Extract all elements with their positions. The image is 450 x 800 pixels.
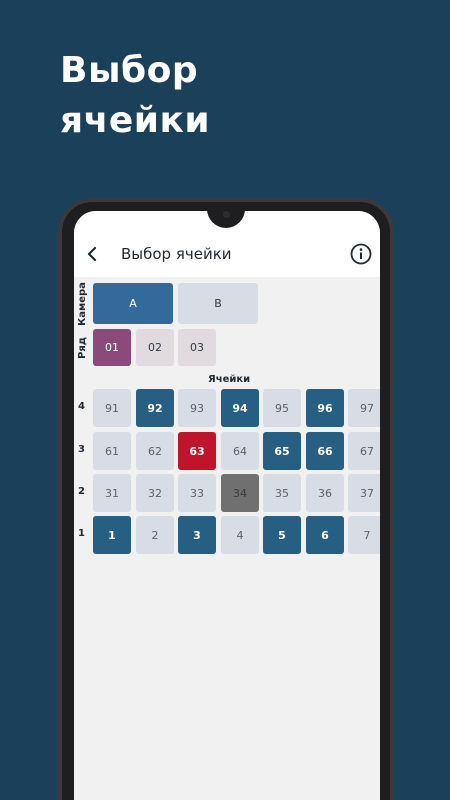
cell-97[interactable]: 97 xyxy=(348,389,380,427)
camera-option-a[interactable]: A xyxy=(93,283,173,324)
cell-95[interactable]: 95 xyxy=(263,389,301,427)
cell-64[interactable]: 64 xyxy=(221,432,259,470)
cell-36[interactable]: 36 xyxy=(306,474,344,512)
cell-4[interactable]: 4 xyxy=(221,516,259,554)
cell-61[interactable]: 61 xyxy=(93,432,131,470)
cell-96[interactable]: 96 xyxy=(306,389,344,427)
camera-label: Камера xyxy=(77,282,88,326)
row-option-02[interactable]: 02 xyxy=(136,329,174,366)
cell-row-label: 4 xyxy=(78,401,85,412)
cell-33[interactable]: 33 xyxy=(178,474,216,512)
row-option-01[interactable]: 01 xyxy=(93,329,131,366)
camera-option-b-label: B xyxy=(214,297,222,310)
cell-1[interactable]: 1 xyxy=(93,516,131,554)
chevron-left-icon[interactable] xyxy=(86,246,100,262)
cell-92[interactable]: 92 xyxy=(136,389,174,427)
promo-headline-line1: Выбор xyxy=(60,50,199,91)
cell-row-label: 3 xyxy=(78,444,85,455)
cell-91[interactable]: 91 xyxy=(93,389,131,427)
cell-37[interactable]: 37 xyxy=(348,474,380,512)
row-option-02-label: 02 xyxy=(148,341,162,354)
row-selector-label: Ряд xyxy=(77,337,88,359)
promo-headline-line2: ячейки xyxy=(60,100,211,141)
cell-67[interactable]: 67 xyxy=(348,432,380,470)
cells-label: Ячейки xyxy=(208,374,251,385)
cell-62[interactable]: 62 xyxy=(136,432,174,470)
cell-row-label: 1 xyxy=(78,528,85,539)
row-option-01-label: 01 xyxy=(105,341,119,354)
row-option-03[interactable]: 03 xyxy=(178,329,216,366)
cell-35[interactable]: 35 xyxy=(263,474,301,512)
cell-34[interactable]: 34 xyxy=(221,474,259,512)
page-title: Выбор ячейки xyxy=(121,245,232,263)
cell-66[interactable]: 66 xyxy=(306,432,344,470)
promo-headline: Выбор ячейки xyxy=(60,46,210,146)
cell-31[interactable]: 31 xyxy=(93,474,131,512)
cell-94[interactable]: 94 xyxy=(221,389,259,427)
cell-2[interactable]: 2 xyxy=(136,516,174,554)
camera-option-a-label: A xyxy=(129,297,137,310)
row-option-03-label: 03 xyxy=(190,341,204,354)
cell-6[interactable]: 6 xyxy=(306,516,344,554)
cell-3[interactable]: 3 xyxy=(178,516,216,554)
cell-row-label: 2 xyxy=(78,486,85,497)
cell-7[interactable]: 7 xyxy=(348,516,380,554)
info-circle-icon[interactable] xyxy=(350,243,372,265)
cell-63[interactable]: 63 xyxy=(178,432,216,470)
front-camera-icon xyxy=(223,211,230,218)
cell-5[interactable]: 5 xyxy=(263,516,301,554)
camera-option-b[interactable]: B xyxy=(178,283,258,324)
phone-screen: Выбор ячейки Камера A B Ряд 01 02 03 Яче… xyxy=(74,211,380,800)
cell-93[interactable]: 93 xyxy=(178,389,216,427)
cell-65[interactable]: 65 xyxy=(263,432,301,470)
cell-32[interactable]: 32 xyxy=(136,474,174,512)
